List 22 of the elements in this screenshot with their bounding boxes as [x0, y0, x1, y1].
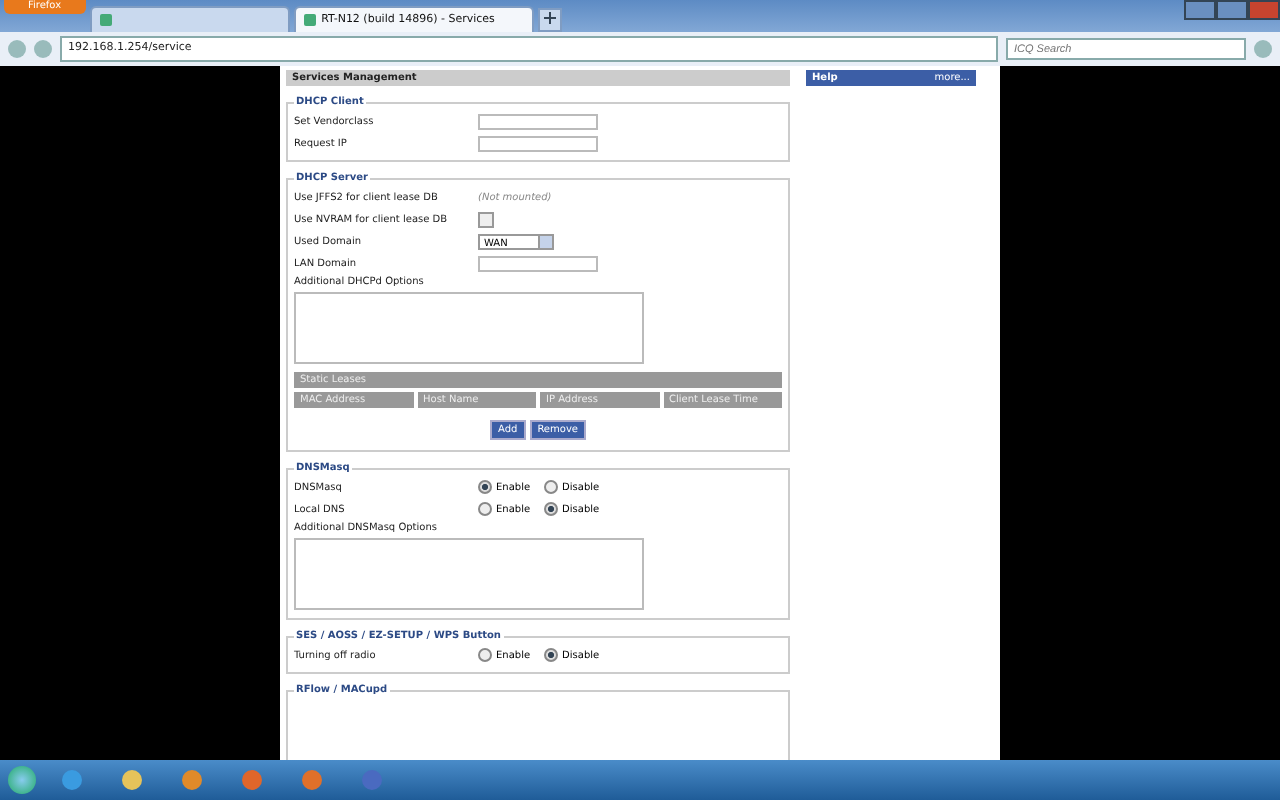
text-field[interactable]: [478, 113, 598, 129]
minimize-button[interactable]: [1184, 0, 1216, 20]
close-button[interactable]: [1248, 0, 1280, 20]
browser-tab[interactable]: [89, 6, 290, 32]
back-button[interactable]: [8, 40, 26, 58]
start-button[interactable]: [8, 766, 36, 794]
radio-button[interactable]: [544, 648, 559, 662]
text-area[interactable]: [294, 292, 644, 364]
radio-button[interactable]: [478, 648, 492, 662]
text-field[interactable]: [478, 135, 598, 151]
checkbox[interactable]: [478, 211, 494, 227]
forward-button[interactable]: [34, 40, 52, 58]
radio-button[interactable]: [544, 480, 559, 494]
text-area[interactable]: [294, 538, 644, 610]
radio-button[interactable]: [544, 502, 559, 516]
radio-button[interactable]: [478, 480, 492, 494]
new-tab-button[interactable]: [537, 8, 562, 32]
plus-icon: [543, 12, 556, 24]
radio-button[interactable]: [478, 502, 492, 516]
maximize-button[interactable]: [1216, 0, 1248, 20]
text-field[interactable]: [478, 255, 598, 271]
home-button[interactable]: [1254, 40, 1272, 58]
